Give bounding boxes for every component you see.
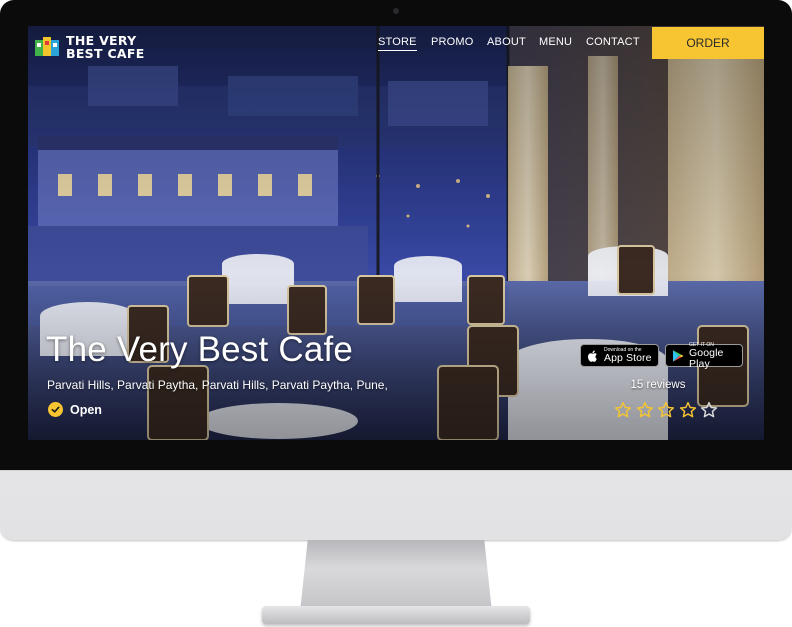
nav-store[interactable]: STORE: [378, 34, 417, 51]
hero-title: The Very Best Cafe: [46, 330, 354, 369]
star-filled-icon: [636, 401, 653, 418]
monitor-frame: THE VERY BEST CAFE STORE PROMO ABOUT MEN…: [0, 0, 792, 540]
cafe-logo-icon: [35, 37, 59, 56]
monitor-chin-divider: [0, 470, 792, 471]
review-count[interactable]: 15 reviews: [630, 379, 686, 391]
monitor-bezel: THE VERY BEST CAFE STORE PROMO ABOUT MEN…: [0, 0, 792, 470]
website-screen: THE VERY BEST CAFE STORE PROMO ABOUT MEN…: [28, 26, 764, 440]
nav-promo[interactable]: PROMO: [431, 34, 474, 50]
hero-address: Parvati Hills, Parvati Paytha, Parvati H…: [47, 378, 388, 392]
open-status: Open: [48, 402, 102, 417]
nav-about[interactable]: ABOUT: [487, 34, 526, 50]
app-store-label: App Store: [604, 352, 652, 364]
google-play-label: Google Play: [689, 346, 724, 370]
app-store-badge[interactable]: Download on the App Store: [580, 344, 659, 367]
apple-icon: [588, 350, 597, 362]
status-label: Open: [70, 402, 102, 417]
site-logo[interactable]: THE VERY BEST CAFE: [34, 34, 145, 60]
logo-wordmark: THE VERY BEST CAFE: [66, 34, 145, 60]
nav-menu[interactable]: MENU: [539, 34, 572, 50]
google-play-badge[interactable]: GET IT ON Google Play: [665, 342, 743, 370]
star-rating: [614, 401, 722, 419]
star-filled-icon: [614, 401, 632, 418]
nav-contact[interactable]: CONTACT: [586, 34, 640, 50]
star-empty-icon: [700, 401, 718, 418]
logo-line-2: BEST CAFE: [66, 46, 145, 61]
check-circle-icon: [48, 402, 63, 417]
google-play-icon: [673, 349, 684, 362]
star-filled-icon: [657, 401, 675, 418]
monitor-stand-neck: [300, 540, 492, 612]
camera-icon: [393, 8, 399, 14]
star-filled-icon: [679, 401, 696, 418]
order-button[interactable]: ORDER: [652, 27, 764, 59]
monitor-stand-base: [262, 606, 530, 624]
